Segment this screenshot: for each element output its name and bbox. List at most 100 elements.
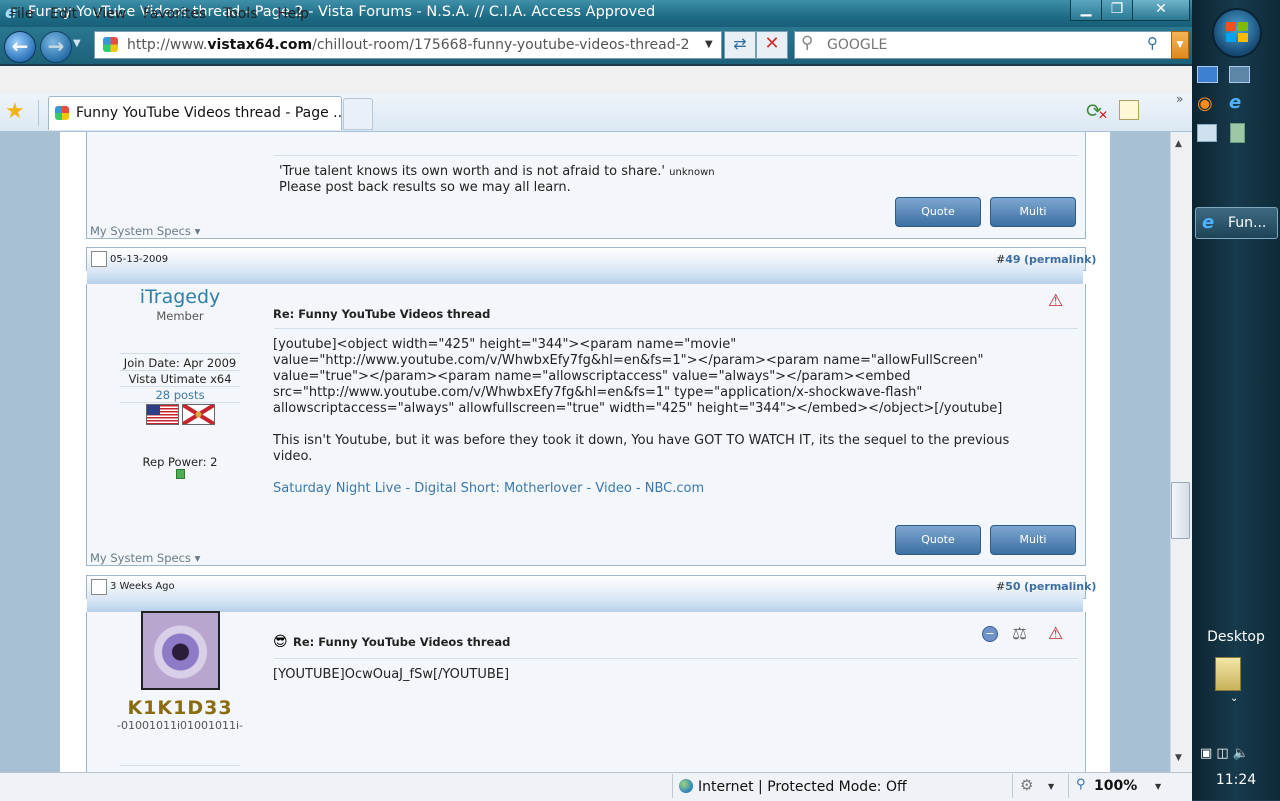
report-post-icon[interactable]: ⚠ bbox=[1048, 624, 1063, 644]
post-date: 05-13-2009 bbox=[110, 254, 169, 265]
address-bar[interactable]: http://www.vistax64.com/chillout-room/17… bbox=[94, 31, 722, 59]
post-header bbox=[86, 247, 1086, 271]
post-number: #49 (permalink) bbox=[996, 253, 1097, 266]
start-orb-icon[interactable] bbox=[1212, 8, 1262, 58]
clock[interactable]: 11:24 bbox=[1192, 772, 1280, 788]
search-box[interactable]: ⚲ ⚲ bbox=[794, 31, 1172, 59]
tab-active[interactable]: Funny YouTube Videos thread - Page ... bbox=[48, 96, 347, 130]
taskbar-ie-window[interactable]: e Fun... bbox=[1195, 207, 1278, 239]
divider bbox=[120, 765, 240, 766]
menu-favorites[interactable]: Favorites bbox=[143, 6, 206, 22]
post-49 bbox=[86, 284, 1086, 566]
menu-bar bbox=[0, 66, 1192, 95]
scroll-down-arrow-icon[interactable]: ▼ bbox=[1175, 753, 1182, 763]
maximize-button[interactable]: ❐ bbox=[1101, 0, 1133, 21]
menu-view[interactable]: View bbox=[93, 6, 126, 22]
desktop-label: Desktop bbox=[1207, 629, 1265, 645]
zoom-level[interactable]: 100% bbox=[1094, 778, 1137, 794]
post-body-code: [youtube]<object width="425" height="344… bbox=[273, 337, 1003, 416]
back-button[interactable]: ← bbox=[4, 31, 36, 63]
post-date: 3 Weeks Ago bbox=[110, 581, 175, 592]
firefox-icon[interactable]: ◉ bbox=[1197, 93, 1213, 114]
site-favicon-icon bbox=[103, 37, 118, 52]
signature-line: Please post back results so we may all l… bbox=[279, 180, 571, 195]
quote-button[interactable]: Quote bbox=[895, 197, 981, 227]
scroll-up-arrow-icon[interactable]: ▲ bbox=[1175, 139, 1182, 149]
search-options-chevron-icon[interactable]: ▼ bbox=[1171, 31, 1189, 59]
page-notes-icon[interactable] bbox=[1119, 100, 1139, 120]
desktop-folder-icon[interactable] bbox=[1215, 657, 1241, 691]
quicklaunch-app-icon[interactable] bbox=[1197, 124, 1217, 142]
url-text[interactable]: http://www.vistax64.com/chillout-room/17… bbox=[127, 37, 695, 53]
status-bar bbox=[0, 772, 1192, 801]
post-number-link[interactable]: 50 bbox=[1005, 580, 1020, 593]
reputation-scale-icon[interactable]: ⚖ bbox=[1012, 624, 1027, 644]
menu-file[interactable]: File bbox=[10, 6, 33, 22]
post-title: Re: Funny YouTube Videos thread bbox=[273, 307, 491, 321]
username-link[interactable]: K1K1D33 bbox=[86, 697, 274, 719]
post-50 bbox=[86, 612, 1086, 772]
scroll-thumb[interactable] bbox=[1171, 482, 1190, 539]
snl-video-link[interactable]: Saturday Night Live - Digital Short: Mot… bbox=[273, 481, 704, 496]
stop-icon[interactable]: ✕ bbox=[756, 31, 788, 59]
post-body-text: [YOUTUBE]OcwOuaJ_fSw[/YOUTUBE] bbox=[273, 667, 510, 682]
popup-blocker-icon[interactable]: ⚙ bbox=[1020, 776, 1033, 794]
menu-edit[interactable]: Edit bbox=[50, 6, 77, 22]
taskbar-item-label: Fun... bbox=[1228, 215, 1267, 231]
recent-pages-chevron-icon[interactable]: ▼ bbox=[73, 38, 81, 49]
tab-favicon-icon bbox=[55, 106, 69, 120]
permalink-link[interactable]: (permalink) bbox=[1024, 580, 1096, 593]
remove-icon[interactable]: − bbox=[982, 626, 998, 642]
refresh-icon[interactable]: ⇄ bbox=[724, 31, 756, 59]
zoom-chevron-icon[interactable]: ▼ bbox=[1155, 782, 1161, 791]
address-dropdown-icon[interactable]: ▼ bbox=[705, 39, 713, 50]
florida-flag-icon bbox=[182, 404, 215, 425]
signature-quote: 'True talent knows its own worth and is … bbox=[279, 164, 715, 179]
multi-quote-button[interactable]: Multi bbox=[990, 525, 1076, 555]
switch-windows-icon[interactable] bbox=[1229, 66, 1250, 83]
multi-quote-button[interactable]: Multi bbox=[990, 197, 1076, 227]
close-button[interactable]: ✕ bbox=[1132, 0, 1190, 21]
user-avatar[interactable] bbox=[141, 611, 220, 690]
post-status-icon bbox=[91, 251, 107, 267]
popup-chevron-icon[interactable]: ▼ bbox=[1048, 782, 1054, 791]
report-post-icon[interactable]: ⚠ bbox=[1048, 291, 1063, 311]
menu-tools[interactable]: Tools bbox=[223, 6, 258, 22]
security-zone[interactable]: Internet | Protected Mode: Off bbox=[698, 779, 907, 795]
post-header-bar bbox=[87, 598, 1083, 612]
quicklaunch-app-icon[interactable] bbox=[1230, 123, 1245, 143]
show-desktop-icon[interactable] bbox=[1197, 66, 1218, 83]
tray-icons[interactable]: ▣ ◫ 🔈 bbox=[1200, 746, 1249, 761]
search-icon: ⚲ bbox=[801, 33, 814, 53]
more-tools-chevron-icon[interactable]: » bbox=[1176, 92, 1183, 106]
minimize-button[interactable]: ▁ bbox=[1070, 0, 1102, 21]
post-title-divider bbox=[274, 658, 1078, 659]
vertical-scrollbar[interactable] bbox=[1170, 132, 1192, 772]
post-number: #50 (permalink) bbox=[996, 580, 1097, 593]
forward-button[interactable]: → bbox=[40, 31, 72, 63]
rep-power: Rep Power: 2 bbox=[142, 455, 218, 469]
reputation-icon bbox=[176, 469, 185, 479]
divider bbox=[1012, 774, 1013, 798]
user-rank: Member bbox=[156, 309, 204, 323]
system-specs-link[interactable]: My System Specs ▾ bbox=[90, 224, 200, 238]
search-input[interactable] bbox=[825, 35, 1139, 55]
post-title-divider bbox=[274, 328, 1078, 329]
ie-icon[interactable]: e bbox=[1229, 92, 1241, 113]
user-title: -01001011i01001011i- bbox=[116, 719, 244, 732]
post-count-link[interactable]: 28 posts bbox=[86, 388, 274, 402]
post-title: Re: Funny YouTube Videos thread bbox=[293, 635, 511, 649]
system-specs-link[interactable]: My System Specs ▾ bbox=[90, 551, 200, 565]
username-link[interactable]: iTragedy bbox=[86, 286, 274, 308]
menu-help[interactable]: Help bbox=[277, 6, 309, 22]
zoom-icon: ⚲ bbox=[1076, 777, 1086, 792]
new-tab-button[interactable] bbox=[343, 98, 373, 130]
search-go-icon[interactable]: ⚲ bbox=[1147, 34, 1158, 52]
quote-button[interactable]: Quote bbox=[895, 525, 981, 555]
post-header bbox=[86, 575, 1086, 599]
expand-chevron-icon[interactable]: ⌄ bbox=[1230, 693, 1238, 704]
permalink-link[interactable]: (permalink) bbox=[1024, 253, 1096, 266]
favorites-star-icon[interactable]: ★ bbox=[5, 99, 25, 124]
post-number-link[interactable]: 49 bbox=[1005, 253, 1020, 266]
globe-icon bbox=[679, 779, 693, 793]
